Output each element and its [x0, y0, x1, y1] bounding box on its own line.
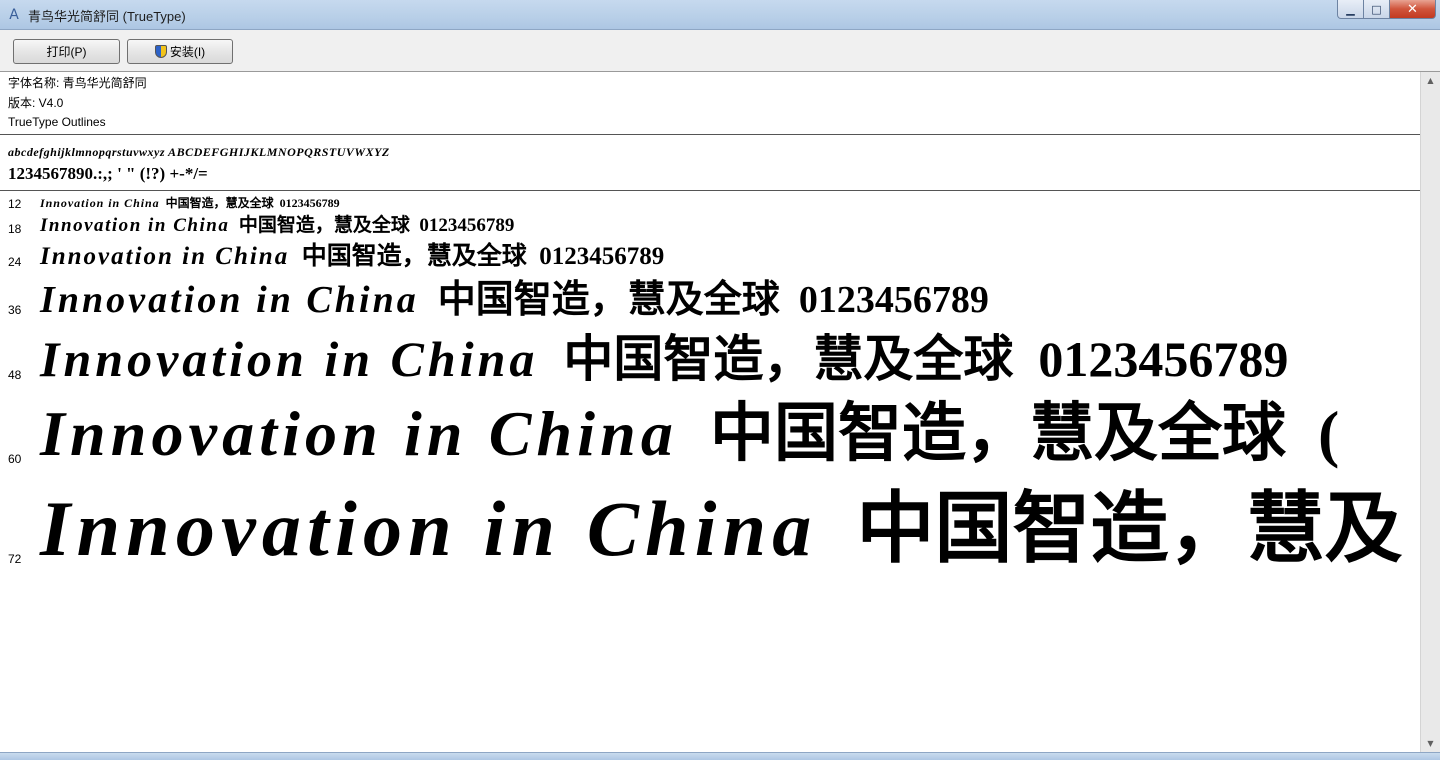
sample-digits: 0123456789 [1038, 331, 1289, 387]
sample-text: Innovation in China 中国智造，慧及全球 0123456789 [40, 243, 664, 269]
sample-cjk: 中国智造，慧及全球 [165, 196, 274, 210]
sample-cjk: 中国智造，慧及全球 [238, 214, 410, 236]
sample-text: Innovation in China 中国智造，慧及 [40, 490, 1403, 568]
sample-text: Innovation in China 中国智造，慧及全球 ( [40, 402, 1339, 466]
vertical-scrollbar[interactable]: ▲ ▼ [1420, 72, 1440, 752]
font-preview-area: 字体名称: 青鸟华光简舒同 版本: V4.0 TrueType Outlines… [0, 72, 1420, 752]
sample-cjk: 中国智造，慧及 [856, 483, 1403, 574]
sample-latin: Innovation in China [40, 331, 539, 387]
divider [0, 190, 1420, 191]
size-label: 18 [8, 222, 22, 236]
font-version-line: 版本: V4.0 [8, 95, 64, 110]
sample-cjk: 中国智造，慧及全球 [437, 276, 780, 321]
sample-latin: Innovation in China [40, 215, 230, 236]
size-label: 24 [8, 255, 22, 269]
uac-shield-icon [154, 45, 167, 58]
sample-latin: Innovation in China [40, 243, 290, 270]
minimize-button[interactable]: ▁ [1337, 0, 1364, 19]
sample-text: Innovation in China 中国智造，慧及全球 0123456789 [40, 279, 989, 321]
sample-text: Innovation in China 中国智造，慧及全球 0123456789 [40, 214, 515, 236]
scroll-down-button[interactable]: ▼ [1421, 735, 1440, 752]
window-controls: ▁ □ ✕ [1337, 0, 1436, 20]
sample-cjk: 中国智造，慧及全球 [563, 329, 1014, 388]
minimize-icon: ▁ [1346, 2, 1355, 16]
sample-digits: ( [1317, 398, 1340, 469]
close-button[interactable]: ✕ [1390, 0, 1436, 19]
window-bottom-border [0, 752, 1440, 760]
divider [0, 134, 1420, 135]
sample-digits: 0123456789 [279, 196, 340, 210]
size-label: 60 [8, 452, 22, 466]
print-button-label: 打印(P) [46, 45, 87, 59]
sample-cjk: 中国智造，慧及全球 [301, 241, 527, 270]
install-button-label: 安装(I) [169, 45, 206, 59]
sample-latin: Innovation in China [40, 196, 160, 210]
sample-digits: 0123456789 [419, 215, 515, 236]
size-label: 72 [8, 552, 22, 566]
title-bar[interactable]: A 青鸟华光简舒同 (TrueType) ▁ □ ✕ [0, 0, 1440, 30]
font-info: 字体名称: 青鸟华光简舒同 版本: V4.0 TrueType Outlines [0, 72, 1420, 133]
charset-letters: abcdefghijklmnopqrstuvwxyz ABCDEFGHIJKLM… [8, 145, 390, 159]
font-viewer-icon: A [9, 7, 19, 23]
sample-cjk: 中国智造，慧及全球 [709, 396, 1286, 471]
close-icon: ✕ [1407, 1, 1418, 17]
install-button[interactable]: 安装(I) [127, 39, 233, 64]
sample-latin: Innovation in China [40, 398, 678, 469]
font-name-line: 字体名称: 青鸟华光简舒同 [8, 76, 147, 90]
maximize-icon: □ [1371, 2, 1382, 16]
font-outline-line: TrueType Outlines [8, 115, 106, 129]
sample-latin: Innovation in China [40, 485, 818, 572]
arrow-down-icon: ▼ [1427, 739, 1434, 748]
size-label: 36 [8, 303, 22, 317]
sample-digits: 0123456789 [798, 279, 989, 321]
sample-digits: 0123456789 [539, 243, 665, 270]
arrow-up-icon: ▲ [1427, 76, 1434, 85]
maximize-button[interactable]: □ [1364, 0, 1390, 19]
sample-text: Innovation in China 中国智造，慧及全球 0123456789 [40, 197, 340, 209]
window-title: 青鸟华光简舒同 (TrueType) [28, 9, 186, 24]
print-button[interactable]: 打印(P) [13, 39, 120, 64]
size-label: 12 [8, 197, 22, 211]
charset-digits: 1234567890.:,; ' " (!?) +-*/= [8, 164, 208, 183]
scroll-up-button[interactable]: ▲ [1421, 72, 1440, 89]
sample-text: Innovation in China 中国智造，慧及全球 0123456789 [40, 331, 1289, 387]
sample-latin: Innovation in China [40, 279, 419, 321]
size-label: 48 [8, 368, 22, 382]
toolbar: 打印(P) 安装(I) [0, 30, 1440, 72]
